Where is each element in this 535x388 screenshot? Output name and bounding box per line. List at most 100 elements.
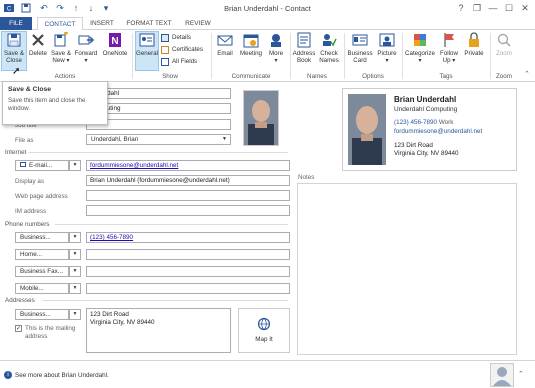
mailing-address-checkbox[interactable]: ✓ bbox=[15, 325, 22, 332]
contact-photo[interactable] bbox=[243, 90, 279, 146]
phone-value-1[interactable]: (123) 456-7890 bbox=[90, 234, 133, 241]
close-button[interactable]: ✕ bbox=[518, 2, 532, 14]
phone-type-button-2[interactable]: Home... bbox=[15, 249, 69, 260]
help-button[interactable]: ? bbox=[454, 2, 468, 14]
address-book-icon bbox=[297, 32, 311, 48]
tab-contact[interactable]: CONTACT bbox=[37, 17, 83, 31]
collapse-ribbon-icon[interactable]: ⌃ bbox=[524, 70, 530, 78]
zoom-button[interactable]: Zoom bbox=[492, 32, 516, 57]
person-silhouette-icon bbox=[491, 364, 513, 386]
address-type-dropdown[interactable]: ▼ bbox=[69, 309, 81, 320]
phone-type-dropdown-4[interactable]: ▼ bbox=[69, 283, 81, 294]
mailing-address-label: This is the mailing bbox=[25, 325, 76, 332]
phone-field-2[interactable] bbox=[86, 249, 290, 260]
people-pane-text[interactable]: See more about Brian Underdahl. bbox=[15, 372, 109, 379]
save-new-label-2: New ▾ bbox=[52, 57, 70, 64]
business-card-icon bbox=[352, 34, 368, 46]
phone-type-button-4[interactable]: Mobile... bbox=[15, 283, 69, 294]
display-as-field[interactable]: Brian Underdahl (fordummiesone@underdahl… bbox=[86, 175, 290, 186]
check-names-button[interactable]: Check Names bbox=[317, 32, 341, 64]
follow-up-label-2: Up ▾ bbox=[442, 57, 456, 64]
web-page-address-field[interactable] bbox=[86, 190, 290, 201]
follow-up-button[interactable]: Follow Up ▾ bbox=[437, 32, 461, 64]
tooltip-body: Save this item and close the bbox=[8, 97, 86, 104]
phone-field-1[interactable]: (123) 456-7890 bbox=[86, 232, 290, 243]
maximize-button[interactable]: ☐ bbox=[502, 2, 516, 14]
address-book-button[interactable]: Address Book bbox=[292, 32, 316, 64]
meeting-icon bbox=[243, 34, 259, 48]
email-value[interactable]: fordummiesone@underdahl.net bbox=[90, 162, 178, 169]
card-phone: (123) 456-7890 bbox=[394, 119, 438, 126]
people-pane-avatar[interactable] bbox=[490, 363, 514, 387]
meeting-button[interactable]: Meeting bbox=[237, 32, 265, 57]
tab-file[interactable]: FILE bbox=[0, 17, 32, 30]
card-email: fordummiesone@underdahl.net bbox=[394, 128, 483, 135]
all-fields-button[interactable]: All Fields bbox=[161, 57, 197, 67]
minimize-button[interactable]: — bbox=[486, 2, 500, 14]
ribbon-separator bbox=[132, 33, 133, 79]
general-view-button[interactable]: General bbox=[135, 31, 159, 71]
forward-icon bbox=[78, 35, 94, 45]
internet-section-label: Internet bbox=[5, 149, 27, 156]
save-close-button[interactable]: Save & Close bbox=[1, 31, 27, 71]
phone-type-button-3[interactable]: Business Fax... bbox=[15, 266, 69, 277]
details-button[interactable]: Details bbox=[161, 33, 191, 43]
save-new-label: Save & bbox=[51, 50, 71, 57]
email-button[interactable]: Email bbox=[214, 32, 236, 57]
phone-type-dropdown-1[interactable]: ▼ bbox=[69, 232, 81, 243]
picture-icon bbox=[379, 33, 395, 47]
notes-field[interactable] bbox=[297, 183, 517, 355]
phone-type-button-1[interactable]: Business... bbox=[15, 232, 69, 243]
delete-button[interactable]: Delete bbox=[28, 32, 48, 57]
phone-field-4[interactable] bbox=[86, 283, 290, 294]
ribbon-separator bbox=[344, 33, 345, 79]
ribbon-separator bbox=[490, 33, 491, 79]
map-it-button[interactable]: Map It bbox=[238, 308, 290, 353]
business-card-preview[interactable]: Brian Underdahl Underdahl Computing (123… bbox=[342, 88, 517, 171]
display-as-label: Display as bbox=[15, 178, 45, 185]
address-type-button[interactable]: Business... bbox=[15, 309, 69, 320]
file-as-dropdown[interactable]: Underdahl, Brian ▼ bbox=[86, 134, 231, 145]
picture-label: Picture bbox=[377, 50, 397, 57]
phone-type-dropdown-2[interactable]: ▼ bbox=[69, 249, 81, 260]
all-fields-icon bbox=[161, 58, 169, 66]
certificates-button[interactable]: Certificates bbox=[161, 45, 203, 55]
card-address-line2: Virginia City, NV 89440 bbox=[394, 150, 459, 157]
private-button[interactable]: Private bbox=[462, 32, 486, 57]
categorize-button[interactable]: Categorize ▾ bbox=[404, 32, 436, 64]
email-type-label: E-mail... bbox=[29, 162, 53, 169]
more-button[interactable]: More ▾ bbox=[266, 32, 286, 64]
title-bar: C ↶ ↷ ↑ ↓ ▾ Brian Underdahl - Contact ? … bbox=[0, 0, 535, 17]
business-card-button[interactable]: Business Card bbox=[346, 32, 374, 64]
group-label-zoom: Zoom bbox=[495, 73, 513, 80]
ribbon-tabs: FILE CONTACT INSERT FORMAT TEXT REVIEW bbox=[0, 17, 535, 31]
ribbon-display-options-button[interactable]: ❐ bbox=[470, 2, 484, 14]
email-type-button[interactable]: E-mail... bbox=[15, 160, 69, 171]
tab-format-text[interactable]: FORMAT TEXT bbox=[121, 17, 177, 30]
categorize-label-2: ▾ bbox=[418, 57, 422, 64]
general-contact-icon bbox=[139, 33, 155, 47]
email-field[interactable]: fordummiesone@underdahl.net bbox=[86, 160, 290, 171]
group-label-communicate: Communicate bbox=[231, 73, 271, 80]
phone-field-3[interactable] bbox=[86, 266, 290, 277]
tab-review[interactable]: REVIEW bbox=[180, 17, 216, 30]
lock-icon bbox=[469, 32, 479, 47]
zoom-label: Zoom bbox=[496, 50, 512, 57]
card-company: Underdahl Computing bbox=[394, 106, 458, 113]
phone-type-dropdown-3[interactable]: ▼ bbox=[69, 266, 81, 277]
expand-people-pane-icon[interactable]: ⌃ bbox=[518, 370, 524, 378]
status-bar: i See more about Brian Underdahl. ⌃ bbox=[0, 360, 535, 388]
tab-insert[interactable]: INSERT bbox=[86, 17, 118, 30]
onenote-button[interactable]: N OneNote bbox=[101, 32, 129, 57]
save-close-icon bbox=[7, 33, 21, 47]
forward-button[interactable]: Forward ▾ bbox=[73, 32, 99, 64]
address-field[interactable]: 123 Dirt Road Virginia City, NV 89440 bbox=[86, 308, 231, 353]
im-address-field[interactable] bbox=[86, 205, 290, 216]
picture-button[interactable]: Picture ▾ bbox=[375, 32, 399, 64]
envelope-icon bbox=[20, 162, 26, 167]
email-type-dropdown[interactable]: ▼ bbox=[69, 160, 81, 171]
mouse-cursor-icon: ➚ bbox=[12, 66, 21, 77]
save-new-icon bbox=[54, 32, 68, 47]
ribbon: Save & Close Delete Save & New ▾ Forward… bbox=[0, 30, 535, 82]
save-new-button[interactable]: Save & New ▾ bbox=[49, 32, 73, 64]
